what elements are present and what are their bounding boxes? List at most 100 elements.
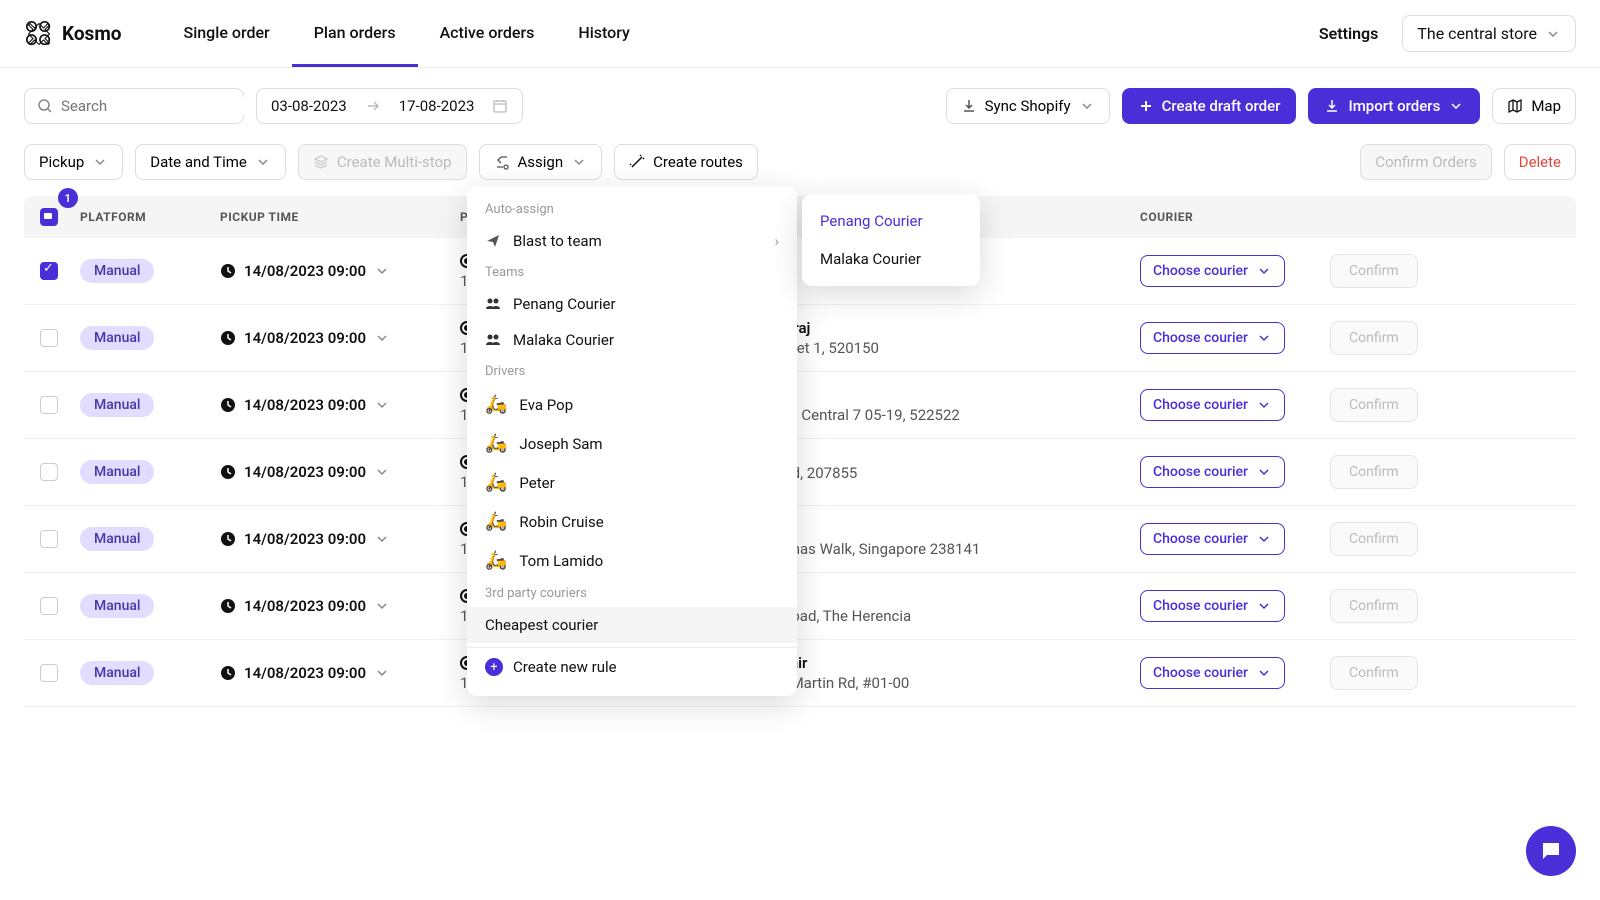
chevron-down-icon — [1256, 330, 1272, 346]
chevron-down-icon — [1448, 98, 1464, 114]
dropoff-cell: road, 207855 — [770, 462, 1140, 482]
team-icon — [485, 332, 501, 348]
search-box[interactable] — [24, 88, 244, 124]
choose-courier-button[interactable]: Choose courier — [1140, 389, 1285, 421]
dd-driver[interactable]: 🛵Joseph Sam — [467, 424, 797, 463]
arrow-right-icon — [365, 98, 381, 114]
calendar-icon — [492, 98, 508, 114]
dd-blast-to-team[interactable]: Blast to team › — [467, 223, 797, 259]
confirm-button: Confirm — [1330, 455, 1418, 489]
sync-shopify-button[interactable]: Sync Shopify — [946, 88, 1110, 124]
create-routes-button[interactable]: Create routes — [614, 144, 758, 180]
team-icon — [485, 296, 501, 312]
search-input[interactable] — [61, 97, 260, 115]
table-row: Manual 14/08/2023 09:00 Ko 143 Ce Koh n … — [24, 573, 1576, 640]
tab-plan-orders[interactable]: Plan orders — [292, 1, 418, 67]
selected-count-badge: 1 — [58, 188, 78, 208]
dd-cheapest-courier[interactable]: Cheapest courier — [467, 607, 797, 643]
settings-link[interactable]: Settings — [1319, 24, 1379, 43]
create-draft-button[interactable]: Create draft order — [1122, 88, 1297, 124]
pickup-time-cell[interactable]: 14/08/2023 09:00 — [220, 530, 460, 548]
pickup-time-cell[interactable]: 14/08/2023 09:00 — [220, 329, 460, 347]
row-checkbox[interactable] — [40, 664, 58, 682]
submenu-penang[interactable]: Penang Courier — [802, 202, 980, 240]
datetime-filter[interactable]: Date and Time — [135, 144, 286, 180]
dd-team-penang[interactable]: Penang Courier — [467, 286, 797, 322]
submenu-malaka[interactable]: Malaka Courier — [802, 240, 980, 278]
map-icon — [1507, 98, 1523, 114]
dd-driver[interactable]: 🛵Tom Lamido — [467, 541, 797, 580]
tab-active-orders[interactable]: Active orders — [418, 1, 557, 67]
clock-icon — [220, 531, 236, 547]
pickup-filter[interactable]: Pickup — [24, 144, 123, 180]
row-checkbox[interactable] — [40, 329, 58, 347]
row-checkbox[interactable] — [40, 463, 58, 481]
choose-courier-button[interactable]: Choose courier — [1140, 523, 1285, 555]
table-row: Manual 14/08/2023 09:00 Ko 143 Ce road, … — [24, 439, 1576, 506]
map-button[interactable]: Map — [1492, 88, 1576, 124]
select-all-checkbox[interactable] — [40, 208, 58, 226]
confirm-button: Confirm — [1330, 321, 1418, 355]
choose-courier-button[interactable]: Choose courier — [1140, 456, 1285, 488]
download-icon — [961, 98, 977, 114]
table-row: Manual 14/08/2023 09:00 Ko 143 Ce g homa… — [24, 506, 1576, 573]
chevron-down-icon — [374, 531, 390, 547]
chevron-down-icon — [1256, 263, 1272, 279]
row-checkbox[interactable] — [40, 597, 58, 615]
platform-pill: Manual — [80, 393, 154, 417]
assign-dropdown: Auto-assign Blast to team › Teams Penang… — [467, 186, 797, 696]
dropoff-cell: Koh n Road, The Herencia — [770, 587, 1140, 625]
col-platform: PLATFORM — [80, 210, 220, 224]
dropoff-cell: g homas Walk, Singapore 238141 — [770, 520, 1140, 558]
dropoff-cell: ayaraj Street 1, 520150 — [770, 319, 1140, 357]
pickup-time-cell[interactable]: 14/08/2023 09:00 — [220, 262, 460, 280]
row-checkbox[interactable] — [40, 396, 58, 414]
delete-button[interactable]: Delete — [1504, 144, 1576, 180]
dd-driver[interactable]: 🛵Eva Pop — [467, 385, 797, 424]
dd-section-auto: Auto-assign — [467, 196, 797, 223]
assign-button[interactable]: Assign — [479, 144, 603, 180]
row-checkbox[interactable] — [40, 530, 58, 548]
tab-history[interactable]: History — [556, 1, 652, 67]
clock-icon — [220, 397, 236, 413]
chat-widget[interactable] — [1526, 826, 1576, 876]
chevron-down-icon — [1545, 26, 1561, 42]
confirm-button: Confirm — [1330, 589, 1418, 623]
dd-driver[interactable]: 🛵Robin Cruise — [467, 502, 797, 541]
dd-team-malaka[interactable]: Malaka Courier — [467, 322, 797, 358]
create-multistop-button: Create Multi-stop — [298, 144, 467, 180]
pickup-time-cell[interactable]: 14/08/2023 09:00 — [220, 463, 460, 481]
row-checkbox[interactable] — [40, 262, 58, 280]
chevron-down-icon — [374, 397, 390, 413]
platform-pill: Manual — [80, 259, 154, 283]
chevron-down-icon — [1256, 531, 1272, 547]
clock-icon — [220, 330, 236, 346]
confirm-button: Confirm — [1330, 254, 1418, 288]
choose-courier-button[interactable]: Choose courier — [1140, 322, 1285, 354]
chevron-down-icon — [374, 598, 390, 614]
table-row: Manual 14/08/2023 09:00 Kosmo 143 Cecil … — [24, 640, 1576, 707]
date-to: 17-08-2023 — [399, 97, 475, 115]
confirm-button: Confirm — [1330, 388, 1418, 422]
choose-courier-button[interactable]: Choose courier — [1140, 255, 1285, 287]
pickup-time-cell[interactable]: 14/08/2023 09:00 — [220, 664, 460, 682]
chevron-down-icon — [92, 154, 108, 170]
store-selector[interactable]: The central store — [1402, 15, 1576, 52]
pickup-time-cell[interactable]: 14/08/2023 09:00 — [220, 597, 460, 615]
pickup-time-cell[interactable]: 14/08/2023 09:00 — [220, 396, 460, 414]
platform-pill: Manual — [80, 661, 154, 685]
choose-courier-button[interactable]: Choose courier — [1140, 590, 1285, 622]
table-header: 1 PLATFORM PICKUP TIME PICKUP COURIER — [24, 196, 1576, 238]
dd-create-rule[interactable]: + Create new rule — [467, 647, 797, 686]
tab-single-order[interactable]: Single order — [162, 1, 292, 67]
dd-driver[interactable]: 🛵Peter — [467, 463, 797, 502]
date-range-picker[interactable]: 03-08-2023 17-08-2023 — [256, 88, 523, 124]
table-row: Manual 14/08/2023 09:00 Ko 143 Ce Nor in… — [24, 372, 1576, 439]
layers-icon — [313, 154, 329, 170]
import-icon — [1324, 98, 1340, 114]
platform-pill: Manual — [80, 326, 154, 350]
clock-icon — [220, 665, 236, 681]
scooter-icon: 🛵 — [485, 433, 507, 454]
choose-courier-button[interactable]: Choose courier — [1140, 657, 1285, 689]
import-orders-button[interactable]: Import orders — [1308, 88, 1480, 124]
